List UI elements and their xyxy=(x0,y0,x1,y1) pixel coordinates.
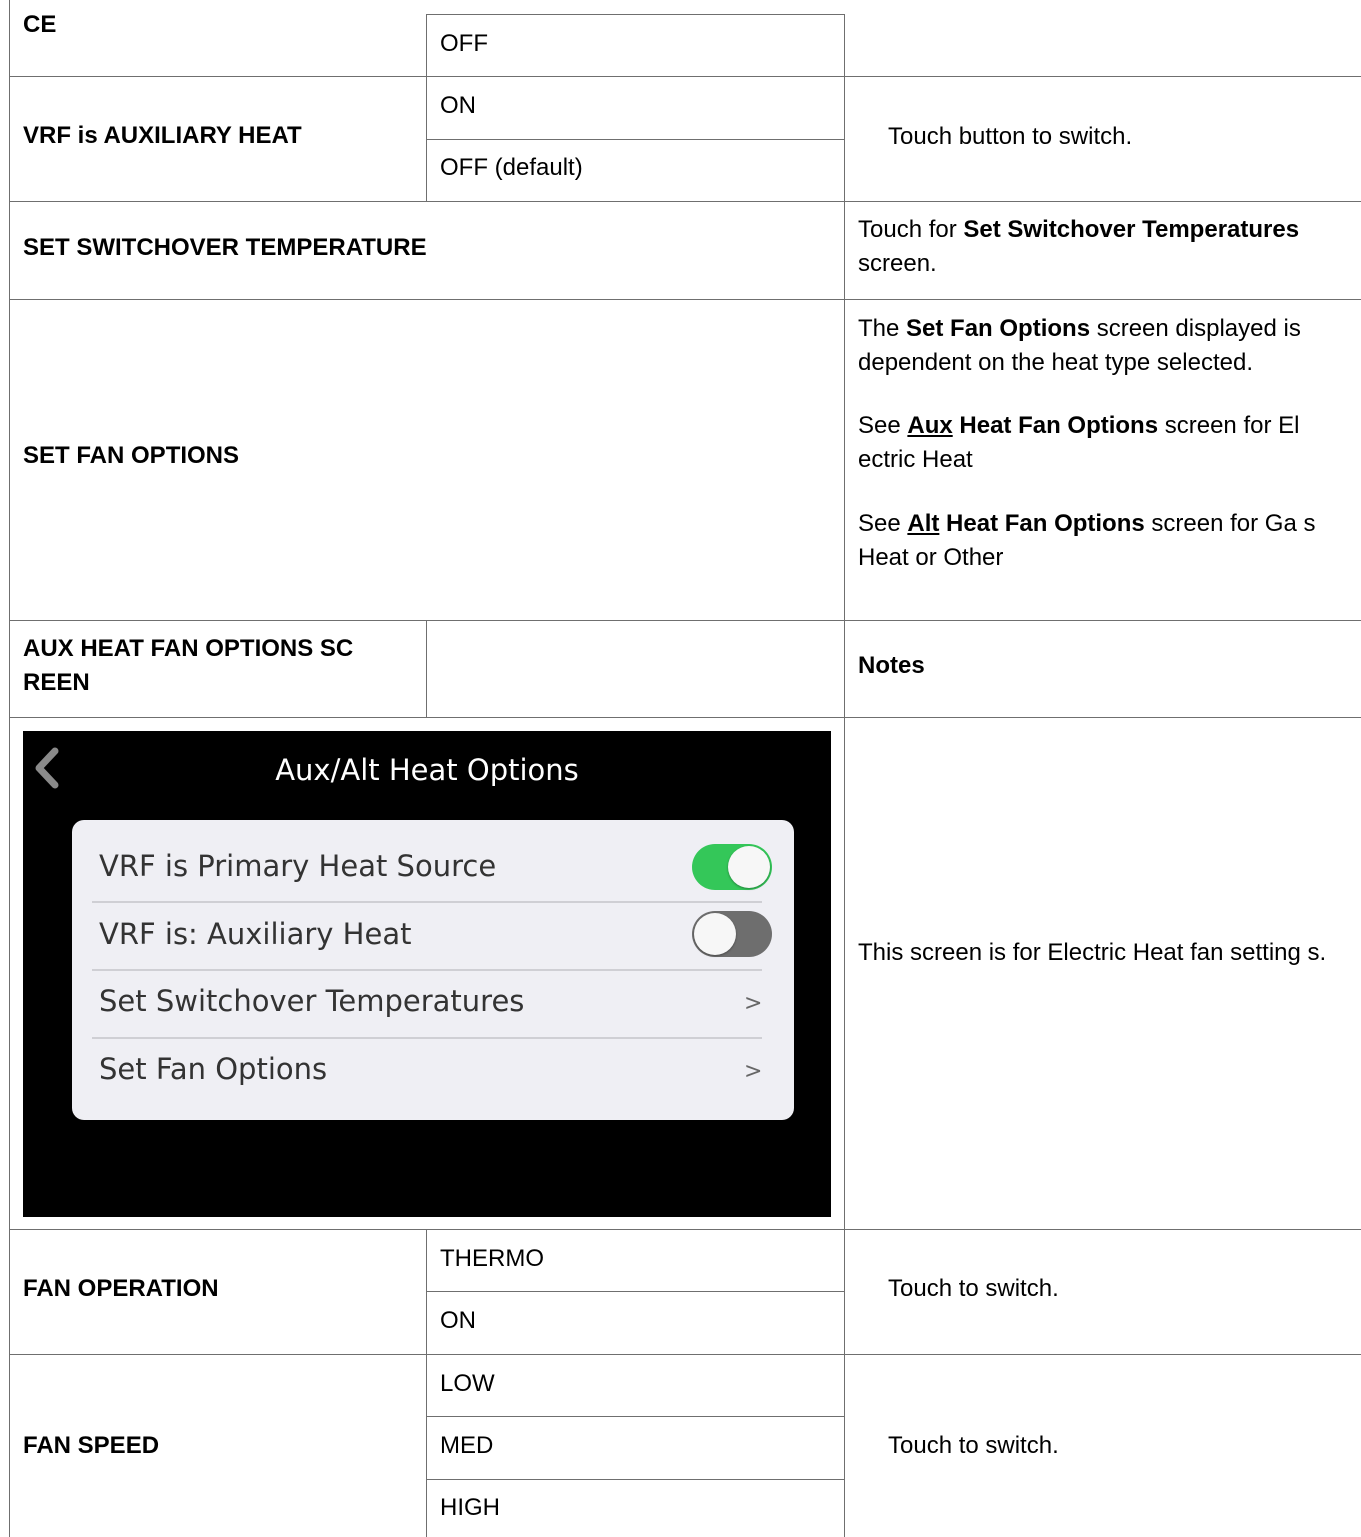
vrf-aux-note: Touch button to switch. xyxy=(888,123,1133,150)
device-screenshot: Aux/Alt Heat Options VRF is Primary Heat… xyxy=(23,731,831,1217)
aux-heat-label: VRF is: Auxiliary Heat xyxy=(99,917,412,951)
table-divider-middle-top xyxy=(426,14,427,202)
fan-options-note-3: See Alt Heat Fan Options screen for Ga s… xyxy=(858,507,1358,575)
table-divider-right xyxy=(844,14,845,1537)
fan-speed-option-low: LOW xyxy=(440,1370,495,1397)
fan-options-p3-a: See xyxy=(858,510,908,537)
aux-link[interactable]: Aux xyxy=(907,412,952,439)
alt-link[interactable]: Alt xyxy=(907,510,939,537)
fan-operation-note: Touch to switch. xyxy=(888,1275,1059,1302)
table-line xyxy=(426,1291,844,1292)
toggle-knob xyxy=(694,913,736,955)
fan-options-note-1: The Set Fan Options screen displayed is … xyxy=(858,312,1358,380)
screenshot-note: This screen is for Electric Heat fan set… xyxy=(858,939,1327,966)
table-line xyxy=(426,14,844,15)
table-line xyxy=(9,717,1361,718)
primary-heat-toggle[interactable] xyxy=(692,844,772,890)
table-line xyxy=(426,1416,844,1417)
fan-speed-note: Touch to switch. xyxy=(888,1432,1059,1459)
table-divider-middle-aux xyxy=(426,620,427,718)
table-line xyxy=(426,1479,844,1480)
vrf-aux-option-on: ON xyxy=(440,92,476,119)
table-line xyxy=(9,299,1361,300)
screen-title: Aux/Alt Heat Options xyxy=(275,753,579,787)
primary-heat-label: VRF is Primary Heat Source xyxy=(99,849,497,883)
fan-options-note-2: See Aux Heat Fan Options screen for El e… xyxy=(858,409,1358,477)
row-separator xyxy=(92,1037,762,1039)
vrf-aux-option-off: OFF (default) xyxy=(440,154,583,181)
fan-speed-label: FAN SPEED xyxy=(23,1432,160,1459)
fan-options-p2-bold: Heat Fan Options xyxy=(952,412,1159,439)
notes-header: Notes xyxy=(858,652,925,679)
table-line xyxy=(426,139,844,140)
table-line xyxy=(9,76,1361,77)
table-line xyxy=(9,620,1361,621)
switchover-temps-item[interactable]: Set Switchover Temperatures xyxy=(99,982,524,1020)
options-panel: VRF is Primary Heat Source VRF is: Auxil… xyxy=(72,820,794,1120)
fan-options-p3-bold: Heat Fan Options xyxy=(939,510,1145,537)
fan-speed-option-med: MED xyxy=(440,1432,494,1459)
fan-operation-option-thermo: THERMO xyxy=(440,1245,544,1272)
fan-options-p1-a: The xyxy=(858,315,907,342)
fan-operation-option-on: ON xyxy=(440,1307,476,1334)
fan-operation-label: FAN OPERATION xyxy=(23,1275,219,1302)
row-separator xyxy=(92,901,762,903)
ce-label: CE xyxy=(23,11,57,38)
switchover-note-prefix: Touch for xyxy=(858,216,964,243)
ce-option-off: OFF xyxy=(440,30,488,57)
table-border-left xyxy=(9,0,10,1537)
chevron-right-icon: > xyxy=(744,1059,763,1084)
aux-heat-toggle[interactable] xyxy=(692,911,772,957)
table-line xyxy=(9,1229,1361,1230)
toggle-knob xyxy=(728,846,770,888)
switchover-note: Touch for Set Switchover Temperatures sc… xyxy=(858,213,1361,281)
switchover-label: SET SWITCHOVER TEMPERATURE xyxy=(23,234,427,261)
aux-header-label: AUX HEAT FAN OPTIONS SC REEN xyxy=(23,635,354,696)
fan-options-label: SET FAN OPTIONS xyxy=(23,442,240,469)
table-line xyxy=(9,1354,1361,1355)
fan-options-item[interactable]: Set Fan Options xyxy=(99,1050,327,1088)
switchover-note-bold: Set Switchover Temperatures xyxy=(963,216,1300,243)
fan-speed-option-high: HIGH xyxy=(440,1494,500,1521)
table-line xyxy=(9,201,1361,202)
row-separator xyxy=(92,969,762,971)
table-divider-middle-bottom xyxy=(426,1229,427,1537)
vrf-aux-label: VRF is AUXILIARY HEAT xyxy=(23,122,302,149)
chevron-right-icon: > xyxy=(744,991,763,1016)
fan-options-p1-bold: Set Fan Options xyxy=(906,315,1091,342)
fan-options-p2-a: See xyxy=(858,412,908,439)
switchover-note-suffix: screen. xyxy=(858,250,937,277)
